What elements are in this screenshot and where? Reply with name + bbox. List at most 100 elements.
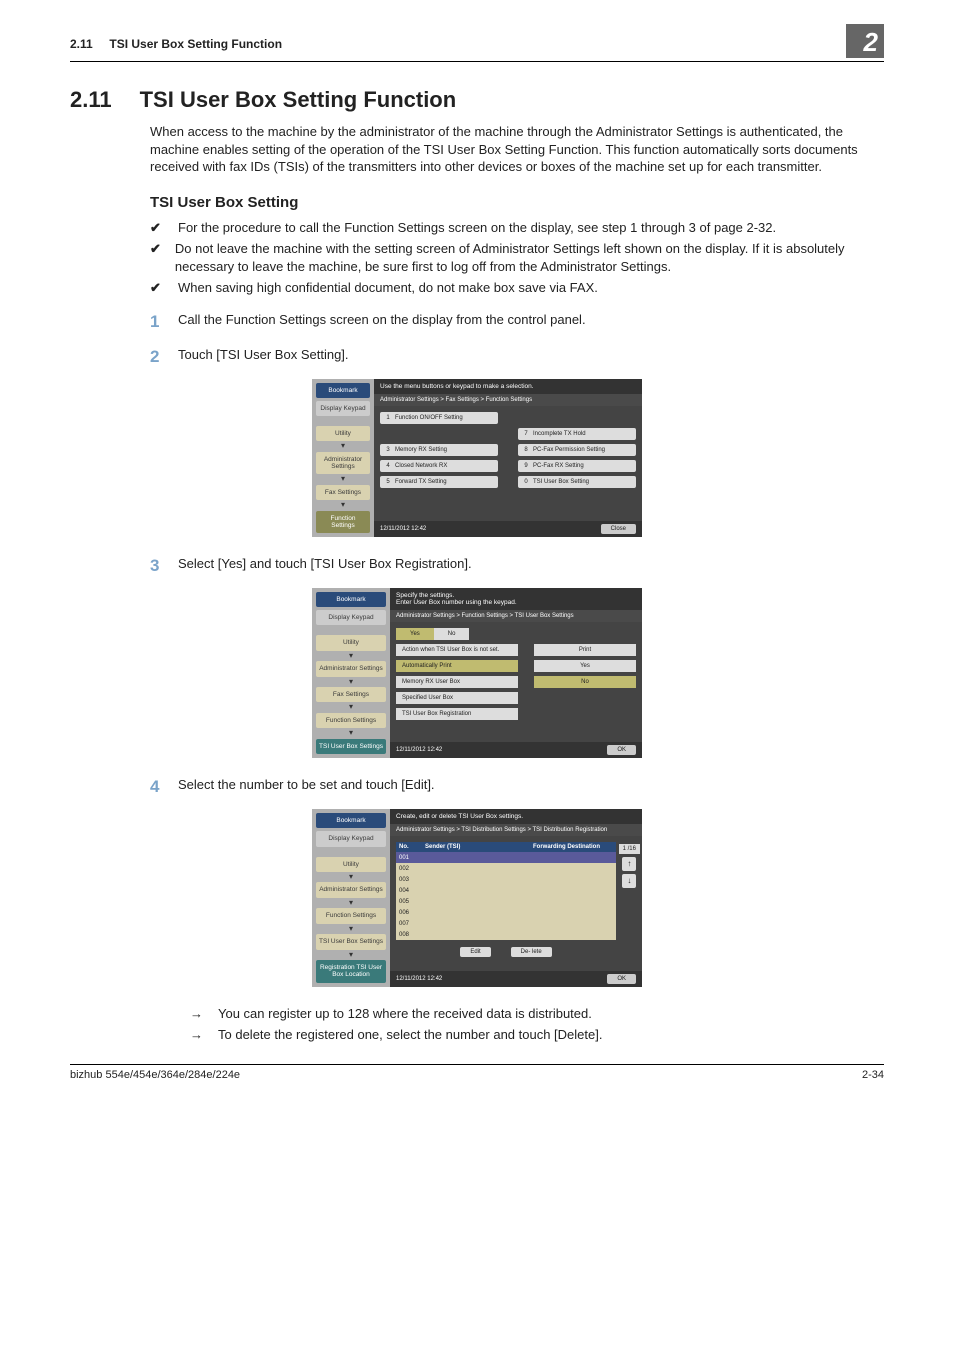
- menu-function-onoff[interactable]: 1Function ON/OFF Setting: [380, 412, 498, 424]
- sidebar-utility[interactable]: Utility: [316, 857, 386, 872]
- button-memory-rx-box[interactable]: Memory RX User Box: [396, 676, 518, 688]
- chevron-down-icon: ▾: [316, 444, 370, 449]
- delete-button[interactable]: De- lete: [511, 947, 552, 957]
- breadcrumb: Administrator Settings > Function Settin…: [390, 610, 642, 622]
- step-number: 1: [150, 311, 164, 334]
- value-print[interactable]: Print: [534, 644, 636, 656]
- value-no[interactable]: No: [534, 676, 636, 688]
- section-number: 2.11: [70, 87, 112, 113]
- chevron-down-icon: ▾: [316, 875, 386, 880]
- check-item: ✔Do not leave the machine with the setti…: [150, 240, 884, 275]
- sidebar-utility[interactable]: Utility: [316, 635, 386, 650]
- sidebar-function-settings[interactable]: Function Settings: [316, 908, 386, 923]
- step-item: 2Touch [TSI User Box Setting].: [150, 346, 884, 369]
- sidebar-utility[interactable]: Utility: [316, 426, 370, 441]
- chevron-down-icon: ▾: [316, 927, 386, 932]
- chevron-down-icon: ▾: [316, 654, 386, 659]
- close-button[interactable]: Close: [601, 524, 636, 534]
- menu-incomplete-tx-hold[interactable]: 7Incomplete TX Hold: [518, 428, 636, 440]
- menu-pcfax-rx[interactable]: 9PC-Fax RX Setting: [518, 460, 636, 472]
- check-icon: ✔: [150, 279, 164, 297]
- rh-title: TSI User Box Setting Function: [109, 37, 282, 51]
- instruction-text: Create, edit or delete TSI User Box sett…: [390, 809, 642, 824]
- intro-paragraph: When access to the machine by the admini…: [150, 123, 884, 176]
- chevron-down-icon: ▾: [316, 901, 386, 906]
- chevron-down-icon: ▾: [316, 503, 370, 508]
- sidebar-admin-settings[interactable]: Administrator Settings: [316, 661, 386, 676]
- table-row[interactable]: 004: [396, 885, 616, 896]
- bookmark-tab[interactable]: Bookmark: [316, 592, 386, 607]
- tab-yes[interactable]: Yes: [396, 628, 434, 640]
- display-keypad-button[interactable]: Display Keypad: [316, 401, 370, 416]
- datetime-text: 12/11/2012 12:42: [396, 747, 442, 753]
- menu-forward-tx[interactable]: 5Forward TX Setting: [380, 476, 498, 488]
- button-tsi-registration[interactable]: TSI User Box Registration: [396, 708, 518, 720]
- menu-tsi-user-box[interactable]: 0TSI User Box Setting: [518, 476, 636, 488]
- datetime-text: 12/11/2012 12:42: [380, 526, 426, 532]
- bookmark-tab[interactable]: Bookmark: [316, 813, 386, 828]
- table-row[interactable]: 001: [396, 852, 616, 863]
- footer-product: bizhub 554e/454e/364e/284e/224e: [70, 1069, 240, 1081]
- check-item: ✔For the procedure to call the Function …: [150, 219, 884, 237]
- note-item: →You can register up to 128 where the re…: [190, 1005, 884, 1023]
- ok-button[interactable]: OK: [607, 745, 636, 755]
- arrow-right-icon: →: [190, 1026, 204, 1044]
- table-row[interactable]: 002: [396, 863, 616, 874]
- tab-no[interactable]: No: [434, 628, 470, 640]
- ok-button[interactable]: OK: [607, 974, 636, 984]
- table-row[interactable]: 005: [396, 896, 616, 907]
- table-row[interactable]: 003: [396, 874, 616, 885]
- sidebar-admin-settings[interactable]: Administrator Settings: [316, 452, 370, 474]
- sidebar-admin-settings[interactable]: Administrator Settings: [316, 882, 386, 897]
- screenshot-function-settings: Bookmark Display Keypad Utility ▾ Admini…: [312, 379, 642, 538]
- instruction-text: Use the menu buttons or keypad to make a…: [374, 379, 642, 394]
- bookmark-tab[interactable]: Bookmark: [316, 383, 370, 398]
- step-number: 2: [150, 346, 164, 369]
- page-indicator: 1 /16: [619, 844, 640, 854]
- page-footer: bizhub 554e/454e/364e/284e/224e 2-34: [70, 1064, 884, 1081]
- screenshot-tsi-registration: Bookmark Display Keypad Utility ▾ Admini…: [312, 809, 642, 986]
- screenshot-tsi-settings: Bookmark Display Keypad Utility ▾ Admini…: [312, 588, 642, 758]
- page-up-button[interactable]: ↑: [622, 857, 636, 871]
- edit-button[interactable]: Edit: [460, 947, 490, 957]
- running-header: 2.11 TSI User Box Setting Function 2: [70, 30, 884, 62]
- menu-memory-rx[interactable]: 3Memory RX Setting: [380, 444, 498, 456]
- chevron-down-icon: ▾: [316, 705, 386, 710]
- label-action-not-set: Action when TSI User Box is not set.: [396, 644, 518, 656]
- value-yes[interactable]: Yes: [534, 660, 636, 672]
- check-icon: ✔: [150, 240, 161, 275]
- note-item: →To delete the registered one, select th…: [190, 1026, 884, 1044]
- chevron-down-icon: ▾: [316, 953, 386, 958]
- sidebar-reg-tsi-location[interactable]: Registration TSI User Box Location: [316, 960, 386, 982]
- th-dest: Forwarding Destination: [530, 842, 616, 852]
- arrow-right-icon: →: [190, 1005, 204, 1023]
- step-item: 4Select the number to be set and touch […: [150, 776, 884, 799]
- rh-section: 2.11: [70, 37, 93, 51]
- menu-closed-network-rx[interactable]: 4Closed Network RX: [380, 460, 498, 472]
- sidebar-fax-settings[interactable]: Fax Settings: [316, 687, 386, 702]
- chevron-down-icon: ▾: [316, 477, 370, 482]
- sidebar-fax-settings[interactable]: Fax Settings: [316, 485, 370, 500]
- chevron-down-icon: ▾: [316, 680, 386, 685]
- sidebar-function-settings[interactable]: Function Settings: [316, 511, 370, 533]
- display-keypad-button[interactable]: Display Keypad: [316, 831, 386, 846]
- table-row[interactable]: 006: [396, 907, 616, 918]
- datetime-text: 12/11/2012 12:42: [396, 976, 442, 982]
- step-number: 3: [150, 555, 164, 578]
- footer-page: 2-34: [862, 1069, 884, 1081]
- display-keypad-button[interactable]: Display Keypad: [316, 610, 386, 625]
- button-auto-print[interactable]: Automatically Print: [396, 660, 518, 672]
- sidebar-tsi-settings[interactable]: TSI User Box Settings: [316, 934, 386, 949]
- table-row[interactable]: 007: [396, 918, 616, 929]
- page-down-button[interactable]: ↓: [622, 874, 636, 888]
- button-specified-box[interactable]: Specified User Box: [396, 692, 518, 704]
- instruction-text: Specify the settings. Enter User Box num…: [390, 588, 642, 610]
- sidebar-tsi-settings[interactable]: TSI User Box Settings: [316, 739, 386, 754]
- sidebar-function-settings[interactable]: Function Settings: [316, 713, 386, 728]
- chevron-down-icon: ▾: [316, 731, 386, 736]
- breadcrumb: Administrator Settings > Fax Settings > …: [374, 394, 642, 406]
- menu-pcfax-permission[interactable]: 8PC-Fax Permission Setting: [518, 444, 636, 456]
- table-row[interactable]: 008: [396, 929, 616, 940]
- chapter-badge: 2: [846, 24, 884, 58]
- section-title: TSI User Box Setting Function: [140, 87, 457, 113]
